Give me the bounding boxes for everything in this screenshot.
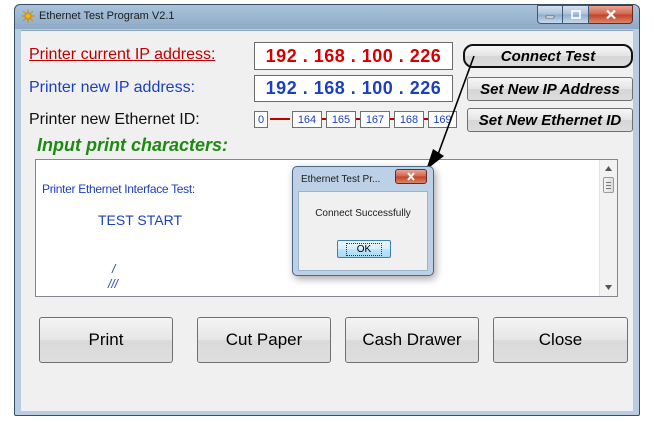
- dialog-close-button[interactable]: [395, 169, 427, 184]
- dialog-body: Connect Successfully OK: [298, 191, 428, 271]
- dialog-title: Ethernet Test Pr...: [301, 174, 381, 185]
- close-icon: [407, 172, 415, 181]
- dialog-message: Connect Successfully: [315, 208, 411, 219]
- dialog-ok-label: OK: [345, 242, 383, 256]
- message-dialog: Ethernet Test Pr... Connect Successfully…: [292, 166, 434, 276]
- dialog-ok-button[interactable]: OK: [337, 240, 391, 258]
